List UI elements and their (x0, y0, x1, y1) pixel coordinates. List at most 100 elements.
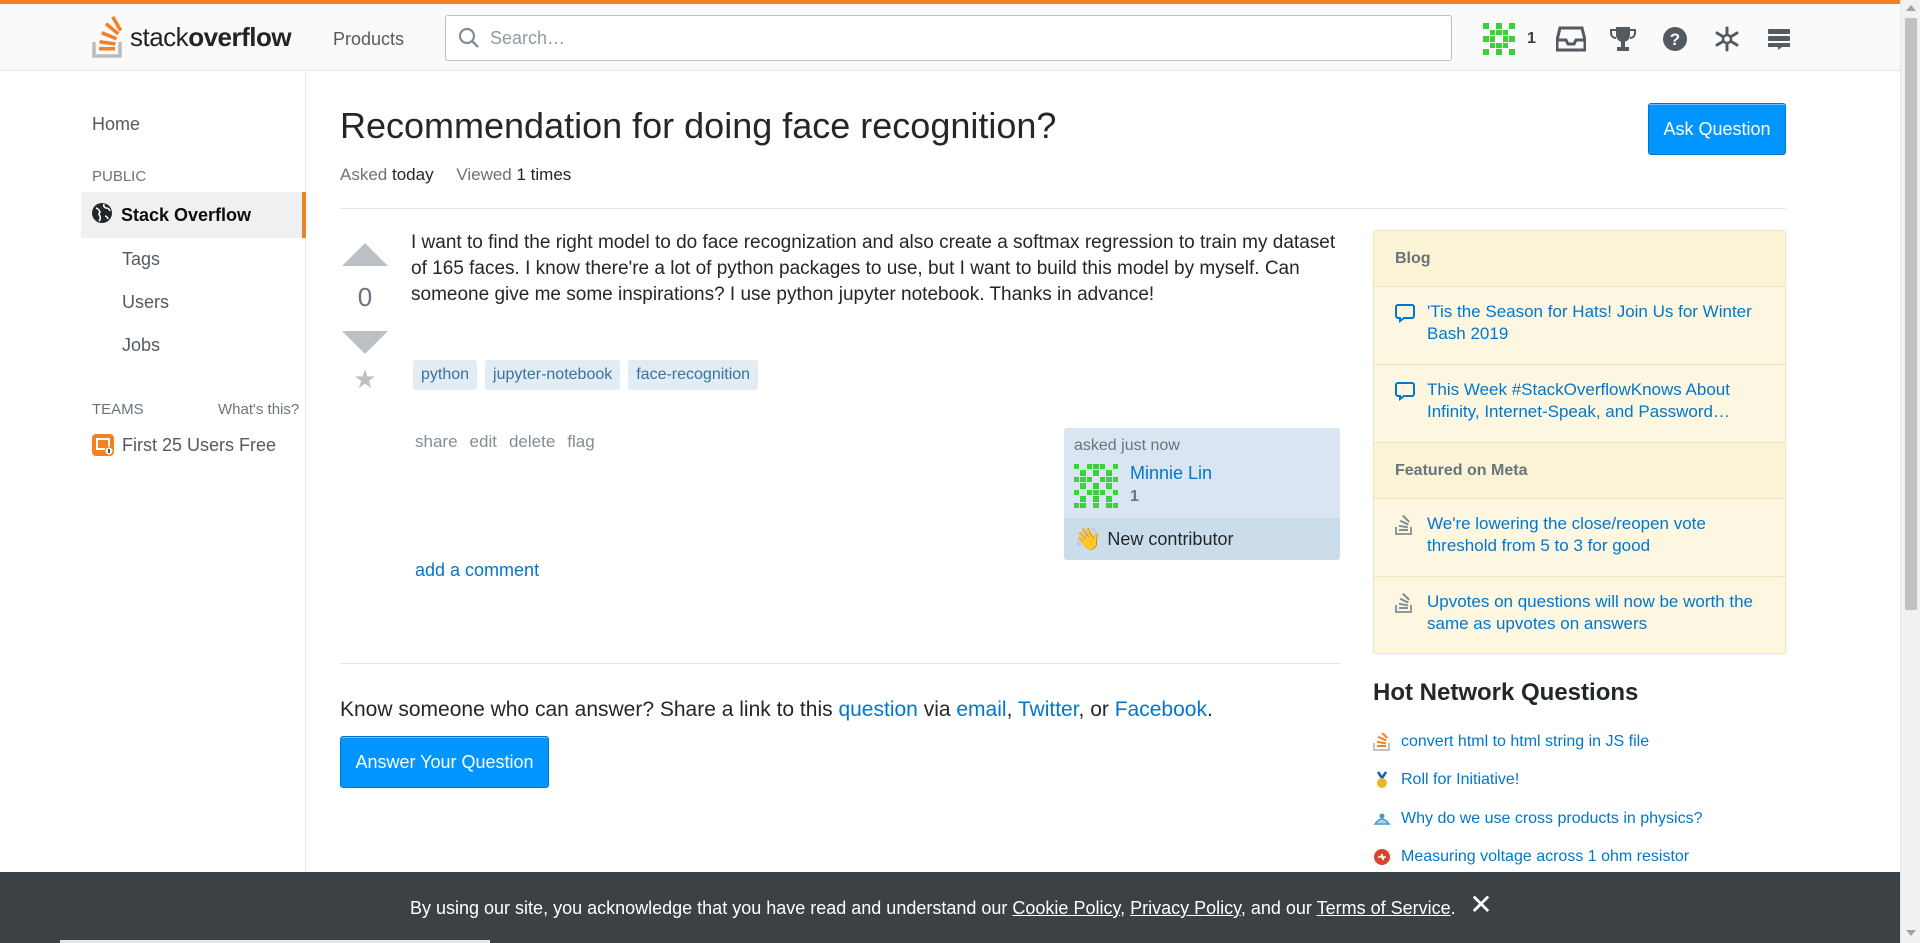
reputation-count: 1 (1527, 30, 1536, 47)
new-contributor-label: New contributor (1107, 528, 1234, 549)
inbox-icon[interactable] (1554, 22, 1588, 56)
blog-header: Blog (1374, 231, 1785, 287)
physics-site-icon (1373, 810, 1391, 828)
hnq-link[interactable]: Why do we use cross products in physics? (1401, 810, 1702, 828)
stackoverflow-logo[interactable]: stackoverflow (92, 14, 292, 60)
share-prompt: Know someone who can answer? Share a lin… (340, 698, 1213, 722)
cookie-banner: By using our site, you acknowledge that … (0, 872, 1900, 943)
products-menu[interactable]: Products (333, 29, 404, 50)
owner-name-link[interactable]: Minnie Lin (1130, 463, 1212, 484)
featured-sidebar: Blog 'Tis the Season for Hats! Join Us f… (1373, 230, 1786, 654)
asked-value: today (391, 165, 434, 184)
favorite-star-icon[interactable]: ★ (340, 364, 390, 395)
hnq-link[interactable]: Measuring voltage across 1 ohm resistor (1401, 848, 1689, 866)
question-body: I want to find the right model to do fac… (411, 232, 1336, 305)
blog-link[interactable]: 'Tis the Season for Hats! Join Us for Wi… (1427, 301, 1764, 345)
divider (340, 208, 1786, 209)
email-share-link[interactable]: email (956, 698, 1006, 721)
post-menu: share edit delete flag (415, 432, 607, 452)
scroll-down-arrow-icon[interactable] (1906, 930, 1916, 936)
cookie-sep: , (1120, 898, 1131, 918)
svg-text:?: ? (1670, 30, 1680, 49)
owner-avatar[interactable] (1074, 464, 1118, 508)
hnq-link[interactable]: convert html to html string in JS file (1401, 733, 1649, 751)
trophy-icon[interactable] (1606, 22, 1640, 56)
tag-python[interactable]: python (413, 360, 478, 390)
nav-tags[interactable]: Tags (122, 249, 160, 270)
nav-users[interactable]: Users (122, 292, 169, 313)
asked-label: Asked (340, 165, 388, 184)
cookie-sep: , and our (1240, 898, 1317, 918)
hnq-link[interactable]: Roll for Initiative! (1401, 771, 1519, 789)
meta-item: Upvotes on questions will now be worth t… (1374, 577, 1785, 655)
meta-link[interactable]: We're lowering the close/reopen vote thr… (1427, 513, 1764, 557)
tag-face-recognition[interactable]: face-recognition (628, 360, 759, 390)
user-avatar[interactable] (1483, 23, 1515, 55)
teams-icon (92, 434, 114, 456)
vote-cell: 0 ★ (340, 243, 390, 395)
electronics-site-icon (1373, 848, 1391, 866)
menu-icon[interactable] (1762, 22, 1796, 56)
blog-item: 'Tis the Season for Hats! Join Us for Wi… (1374, 287, 1785, 365)
add-comment-link[interactable]: add a comment (415, 560, 539, 581)
answer-your-question-button[interactable]: Answer Your Question (340, 736, 549, 788)
share-link[interactable]: share (415, 432, 458, 452)
stackoverflow-logo-icon (92, 15, 124, 58)
nav-jobs[interactable]: Jobs (122, 335, 160, 356)
close-icon[interactable]: ✕ (1466, 890, 1496, 920)
meta-header: Featured on Meta (1374, 443, 1785, 499)
divider (340, 663, 1341, 664)
new-contributor-badge[interactable]: 👋 New contributor (1064, 518, 1340, 560)
share-via: via (917, 698, 957, 721)
meta-link[interactable]: Upvotes on questions will now be worth t… (1427, 591, 1764, 635)
hnq-item: convert html to html string in JS file (1373, 730, 1649, 751)
cookie-policy-link[interactable]: Cookie Policy (1012, 898, 1120, 918)
stackexchange-icon[interactable] (1710, 22, 1744, 56)
share-comma: , (1006, 698, 1018, 721)
facebook-share-link[interactable]: Facebook (1115, 698, 1207, 721)
hnq-item: Why do we use cross products in physics? (1373, 810, 1702, 828)
logo-text: stackoverflow (130, 21, 292, 52)
nav-stack-overflow[interactable]: Stack Overflow (81, 192, 306, 238)
cookie-prefix: By using our site, you acknowledge that … (410, 898, 1013, 918)
hnq-item: Roll for Initiative! (1373, 771, 1519, 789)
upvote-arrow-icon[interactable] (342, 243, 388, 266)
edit-link[interactable]: edit (470, 432, 497, 452)
delete-link[interactable]: delete (509, 432, 555, 452)
hnq-item: Measuring voltage across 1 ohm resistor (1373, 848, 1689, 866)
flag-link[interactable]: flag (567, 432, 594, 452)
rpg-site-icon (1373, 771, 1391, 789)
downvote-arrow-icon[interactable] (342, 331, 388, 354)
teams-free-link[interactable]: First 25 Users Free (92, 434, 276, 456)
speech-bubble-icon (1395, 303, 1415, 328)
privacy-policy-link[interactable]: Privacy Policy (1130, 898, 1241, 918)
wave-icon: 👋 (1074, 526, 1102, 551)
help-icon[interactable]: ? (1658, 22, 1692, 56)
owner-reputation: 1 (1130, 488, 1139, 505)
tag-jupyter-notebook[interactable]: jupyter-notebook (485, 360, 621, 390)
search-box[interactable] (445, 15, 1452, 61)
terms-of-service-link[interactable]: Terms of Service (1317, 898, 1451, 918)
question-title[interactable]: Recommendation for doing face recognitio… (340, 105, 1056, 147)
search-input[interactable] (490, 27, 1451, 49)
nav-home[interactable]: Home (92, 114, 140, 135)
hot-network-questions-title: Hot Network Questions (1373, 679, 1639, 706)
stackoverflow-site-icon (1373, 730, 1391, 751)
twitter-share-link[interactable]: Twitter (1018, 698, 1079, 721)
meta-item: We're lowering the close/reopen vote thr… (1374, 499, 1785, 577)
scroll-up-arrow-icon[interactable] (1906, 5, 1916, 11)
blog-link[interactable]: This Week #StackOverflowKnows About Infi… (1427, 379, 1764, 423)
nav-stack-overflow-label: Stack Overflow (121, 204, 252, 225)
question-share-link[interactable]: question (838, 698, 917, 721)
cookie-suffix: . (1450, 898, 1456, 918)
share-prefix: Know someone who can answer? Share a lin… (340, 698, 839, 721)
vote-count: 0 (357, 282, 373, 312)
scrollbar-thumb[interactable] (1905, 18, 1917, 610)
whats-this-link[interactable]: What's this? (218, 401, 299, 418)
page-scrollbar[interactable] (1900, 0, 1920, 943)
nav-teams-label: TEAMS (92, 401, 144, 418)
ask-question-button[interactable]: Ask Question (1648, 103, 1786, 155)
viewed-label: Viewed (456, 165, 512, 184)
search-icon (458, 27, 480, 49)
asked-time: asked just now (1074, 437, 1180, 454)
